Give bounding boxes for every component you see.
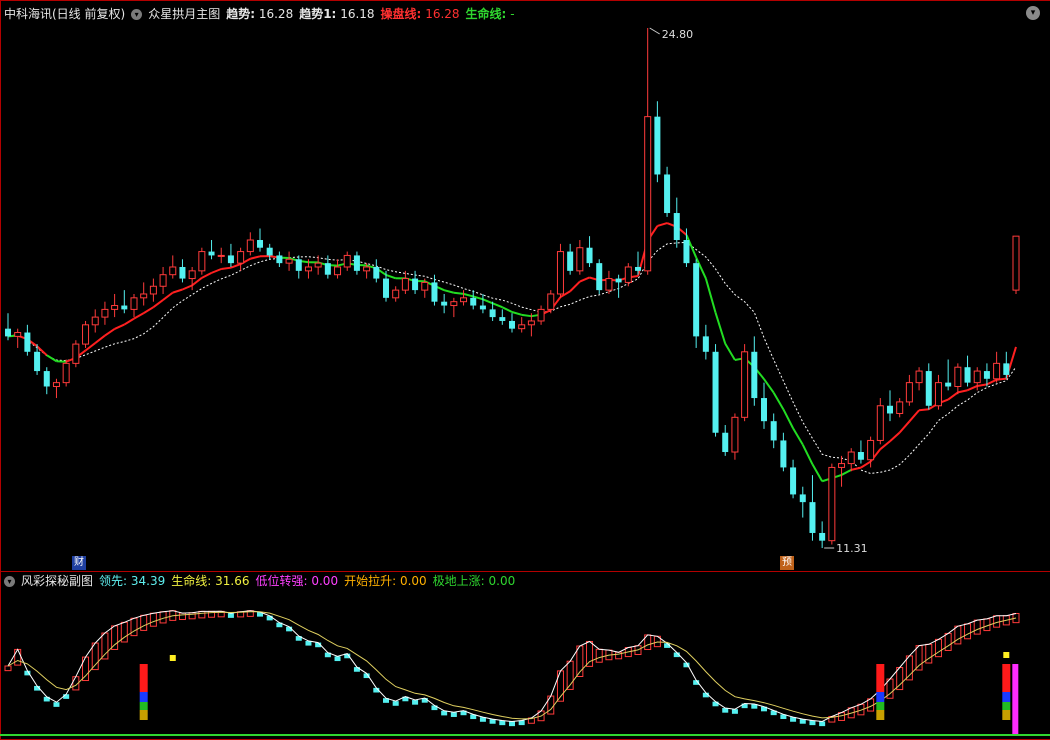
sub-bar [915, 645, 923, 671]
forecast-marker[interactable]: 预 [780, 556, 794, 570]
sub-bar [973, 619, 981, 635]
sub-bar [731, 709, 738, 714]
life-value: - [510, 7, 515, 21]
sub-bar [334, 656, 341, 662]
signal-block [1002, 692, 1011, 702]
sub-bar [993, 615, 1001, 628]
sub-bar [266, 615, 273, 621]
signal-magenta [1012, 664, 1019, 734]
low-value: 0.00 [311, 574, 339, 588]
lead-value: 34.39 [130, 574, 166, 588]
sub-bar [586, 640, 594, 667]
ops-value: 16.28 [425, 7, 460, 21]
sub-life-label: 生命线: [171, 574, 212, 588]
sub-bar [140, 614, 148, 631]
finance-marker[interactable]: 财 [72, 556, 86, 570]
sub-bar [101, 632, 109, 660]
sub-indicator-name[interactable]: 风彩探秘副图 [21, 572, 93, 590]
lead-line [7, 610, 1017, 723]
main-indicator-name[interactable]: 众星拱月主图 [148, 5, 220, 23]
signal-block [139, 702, 148, 710]
sub-bar [178, 612, 186, 621]
indicator-menu-icon[interactable]: ▾ [131, 8, 143, 20]
bottom-value: 0.00 [488, 574, 516, 588]
bottom-label: 极地上涨: [432, 574, 485, 588]
sub-header: ▾ 风彩探秘副图 领先: 34.39 生命线: 31.66 低位转强: 0.00… [4, 572, 515, 590]
trend1-label: 趋势1: [299, 7, 337, 21]
sub-bar [508, 721, 516, 727]
sub-life-value: 31.66 [215, 574, 250, 588]
lead-label: 领先: [99, 574, 128, 588]
signal-block [139, 692, 148, 702]
signal-block [876, 664, 885, 692]
sub-bar [198, 610, 206, 619]
stock-title[interactable]: 中科海讯(日线 前复权) [4, 5, 125, 23]
signal-block [139, 664, 148, 692]
sub-bar [934, 638, 942, 658]
signal-block [876, 692, 885, 702]
sub-bar [130, 617, 138, 637]
start-value: 0.00 [399, 574, 427, 588]
sub-bar [353, 667, 360, 672]
trend-value: 16.28 [258, 7, 294, 21]
signal-block [876, 710, 885, 720]
sub-bar [14, 648, 22, 666]
low-label: 低位转强: [255, 574, 308, 588]
ops-label: 操盘线: [380, 7, 422, 21]
start-label: 开始拉升: [344, 574, 397, 588]
sub-bar [111, 625, 119, 650]
sub-bar [712, 701, 719, 707]
signal-block [876, 702, 885, 710]
sub-bar [450, 712, 457, 717]
sub-bar [4, 665, 12, 672]
sub-bar [964, 623, 972, 640]
sub-bar [595, 648, 603, 663]
trend-label: 趋势: [226, 7, 256, 21]
signal-block [1002, 702, 1011, 710]
sub-bar [227, 613, 234, 618]
sub-bar [944, 632, 952, 651]
signal-block [1002, 664, 1011, 692]
life-label: 生命线: [465, 7, 507, 21]
yellow-signal [1003, 652, 1010, 658]
sub-bar [905, 655, 913, 681]
sub-bar [412, 700, 419, 705]
sub-bar [53, 702, 60, 707]
sub-indicator-menu-icon[interactable]: ▾ [4, 575, 15, 587]
sub-bar [819, 721, 826, 727]
sub-chart[interactable] [0, 0, 1050, 740]
sub-bar [392, 701, 399, 706]
main-header: 中科海讯(日线 前复权) ▾ 众星拱月主图 趋势: 16.28 趋势1: 16.… [4, 5, 515, 23]
sub-bar [149, 612, 157, 627]
signal-block [1002, 710, 1011, 720]
yellow-signal [169, 655, 176, 661]
sub-life-line [7, 611, 1017, 720]
trend1-value: 16.18 [340, 7, 375, 21]
collapse-chevron-icon[interactable]: ▾ [1026, 6, 1040, 20]
signal-block [139, 710, 148, 720]
